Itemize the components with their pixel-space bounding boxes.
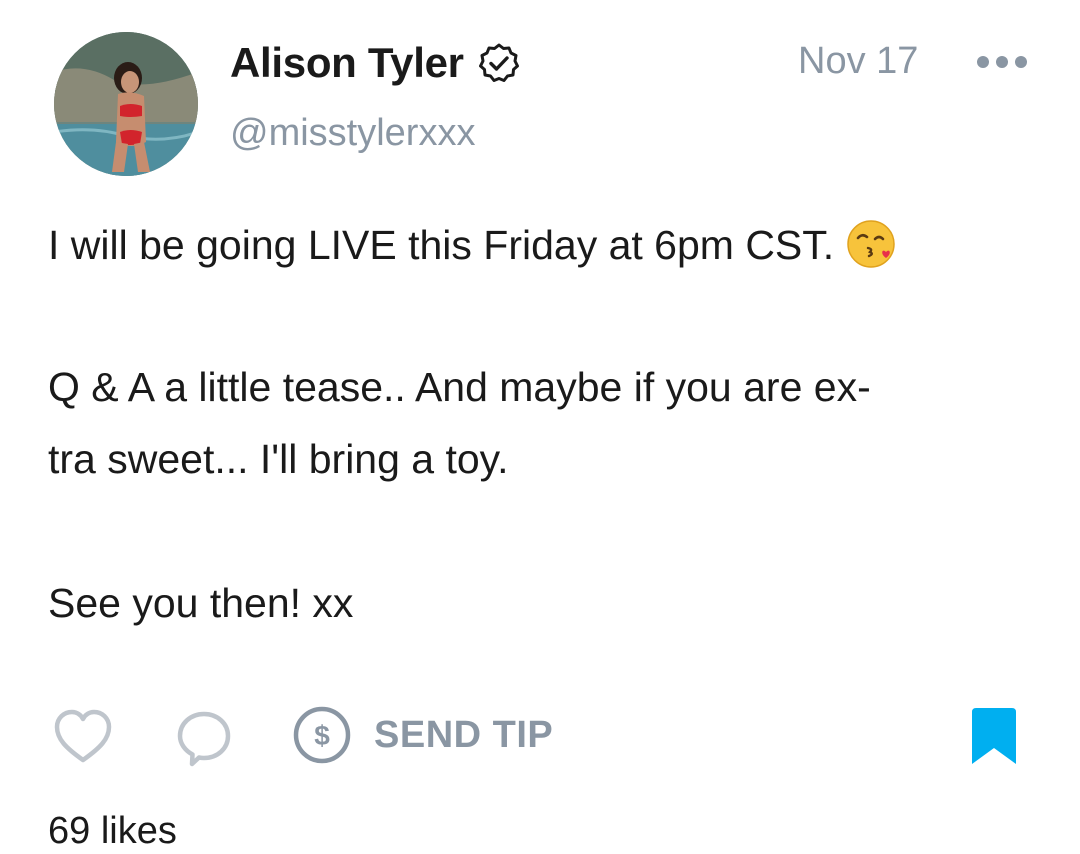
avatar-photo — [54, 32, 198, 176]
kissing-face-with-heart-emoji — [847, 220, 895, 268]
send-tip-button[interactable]: $ SEND TIP — [292, 704, 553, 766]
post-line-text: I will be going LIVE this Friday at 6pm … — [48, 222, 835, 268]
more-options-icon[interactable] — [974, 52, 1030, 72]
heart-icon[interactable] — [52, 706, 114, 766]
verified-badge-icon — [478, 43, 519, 82]
comment-icon[interactable] — [174, 708, 234, 768]
dollar-icon: $ — [293, 706, 351, 764]
avatar[interactable] — [54, 32, 198, 176]
svg-text:$: $ — [314, 720, 330, 751]
author-name-row[interactable]: Alison Tyler — [230, 38, 520, 88]
post-actions: $ SEND TIP — [0, 700, 1080, 770]
post-line: See you then! xx — [48, 580, 354, 626]
send-tip-label: SEND TIP — [374, 713, 554, 756]
likes-count[interactable]: 69 likes — [48, 808, 177, 854]
author-display-name[interactable]: Alison Tyler — [230, 39, 464, 87]
post-line: Q & A a little tease.. And maybe if you … — [48, 364, 871, 410]
bookmark-icon[interactable] — [968, 706, 1020, 766]
post-date[interactable]: Nov 17 — [798, 38, 918, 84]
post-line: I will be going LIVE this Friday at 6pm … — [48, 218, 898, 272]
post-line: tra sweet... I'll bring a toy. — [48, 436, 509, 482]
author-handle[interactable]: @misstylerxxx — [230, 112, 475, 155]
